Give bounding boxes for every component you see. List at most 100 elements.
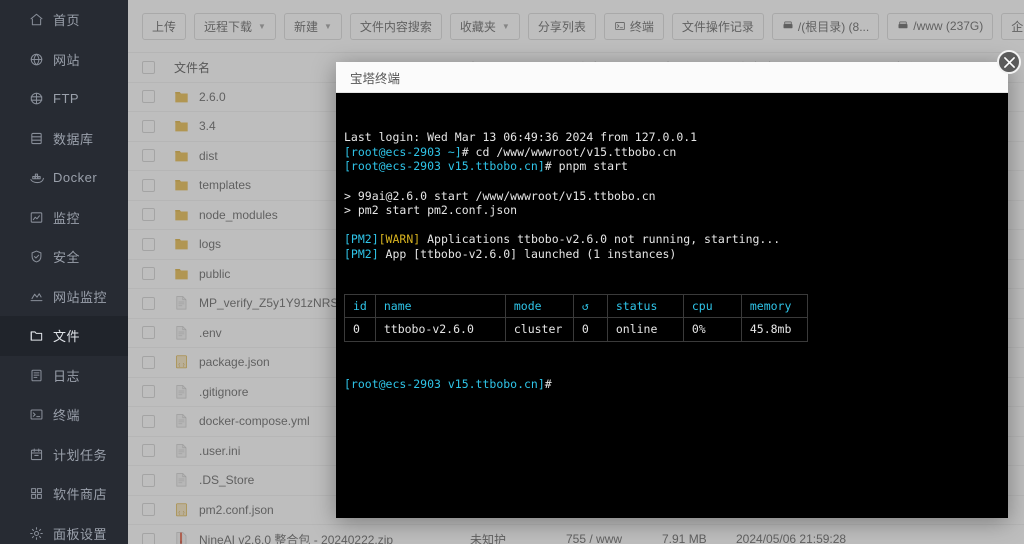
sidebar-item-label: 网站: [53, 52, 81, 68]
sidebar-item-label: FTP: [53, 91, 80, 107]
sidebar-item-3[interactable]: 数据库: [0, 119, 128, 159]
sidebar-item-1[interactable]: 网站: [0, 40, 128, 80]
sidebar-item-13[interactable]: 面板设置: [0, 514, 128, 544]
file-name-label: .gitignore: [199, 384, 249, 399]
toolbar-button-7[interactable]: 文件操作记录: [671, 12, 764, 40]
sidebar-item-10[interactable]: 终端: [0, 395, 128, 435]
toolbar-button-10[interactable]: 企业级防篡改: [1001, 12, 1024, 40]
terminal-output[interactable]: Last login: Wed Mar 13 06:49:36 2024 fro…: [336, 93, 1008, 518]
row-checkbox[interactable]: [142, 532, 155, 544]
row-checkbox[interactable]: [142, 208, 155, 222]
folder-icon: [174, 236, 190, 253]
toolbar-button-label: 远程下载: [204, 19, 253, 34]
disk-icon: [897, 20, 909, 32]
database-icon: [28, 130, 44, 146]
pm2-column-header: name: [374, 293, 506, 319]
sidebar-item-0[interactable]: 首页: [0, 0, 128, 40]
chevron-down-icon: ▼: [501, 21, 510, 31]
sidebar-item-label: 文件: [53, 329, 81, 345]
toolbar-button-6[interactable]: 终端: [603, 12, 664, 40]
folder-icon: [174, 118, 190, 135]
sidebar-item-7[interactable]: 网站监控: [0, 277, 128, 317]
sidebar-item-label: 监控: [53, 210, 81, 226]
terminal-segment: [root@ecs-2903 v15.ttbobo.cn]: [344, 159, 545, 174]
table-row[interactable]: NineAI v2.6.0 整合包 - 20240222.zip 未知护 755 /…: [128, 525, 1024, 544]
toolbar-button-8[interactable]: /(根目录) (8...: [771, 12, 880, 40]
file-name-label: pm2.conf.json: [199, 502, 274, 517]
terminal-segment: #: [544, 377, 552, 392]
row-checkbox[interactable]: [142, 90, 155, 104]
monitor-icon: [28, 209, 44, 225]
row-checkbox[interactable]: [142, 178, 155, 192]
toolbar-button-9[interactable]: /www (237G): [887, 12, 994, 40]
row-checkbox[interactable]: [142, 503, 155, 517]
terminal-segment: [PM2]: [344, 232, 379, 247]
sidebar-item-12[interactable]: 软件商店: [0, 474, 128, 514]
file-name-label: .user.ini: [199, 443, 241, 458]
pm2-cell: 0: [572, 317, 608, 342]
file-modified-cell: 2024/05/06 21:59:28: [736, 532, 847, 544]
terminal-segment: [PM2]: [344, 246, 379, 261]
terminal-segment: [root@ecs-2903 ~]: [344, 144, 462, 159]
toolbar-button-4[interactable]: 收藏夹 ▼: [449, 12, 520, 40]
svg-text:{ }: { }: [178, 363, 185, 368]
file-owner-cell: 755 / www: [566, 532, 623, 544]
docker-icon: [28, 170, 44, 186]
file-icon: [174, 472, 190, 489]
terminal-line: [PM2] App [ttbobo-v2.6.0] launched (1 in…: [344, 247, 1008, 262]
row-checkbox[interactable]: [142, 473, 155, 487]
folder-icon: [174, 265, 190, 282]
row-checkbox[interactable]: [142, 296, 155, 310]
toolbar-button-label: /www (237G): [913, 19, 984, 33]
file-name-label: public: [199, 266, 231, 281]
file-icon: [174, 324, 190, 341]
toolbar-button-3[interactable]: 文件内容搜索: [349, 12, 442, 40]
terminal-line: [PM2][WARN] Applications ttbobo-v2.6.0 n…: [344, 232, 1008, 247]
toolbar-button-1[interactable]: 远程下载 ▼: [194, 12, 276, 40]
row-checkbox[interactable]: [142, 355, 155, 369]
sidebar-item-6[interactable]: 安全: [0, 237, 128, 277]
sidebar-item-2[interactable]: FTP: [0, 79, 128, 119]
row-checkbox[interactable]: [142, 119, 155, 133]
folder-icon: [174, 177, 190, 194]
row-checkbox[interactable]: [142, 385, 155, 399]
sidebar-item-5[interactable]: 监控: [0, 198, 128, 238]
row-checkbox[interactable]: [142, 414, 155, 428]
toolbar-button-5[interactable]: 分享列表: [527, 12, 596, 40]
toolbar-button-label: 文件操作记录: [681, 19, 754, 34]
file-name-label: 3.4: [199, 119, 216, 134]
terminal-segment: > 99ai@2.6.0 start /www/wwwroot/v15.ttbo…: [344, 188, 656, 203]
file-permission-cell: 未知护: [470, 532, 507, 544]
row-checkbox[interactable]: [142, 326, 155, 340]
pm2-cell: online: [606, 317, 684, 342]
modal-title: 宝塔终端: [350, 71, 401, 86]
toolbar-button-label: 分享列表: [537, 19, 586, 34]
close-icon[interactable]: [997, 50, 1021, 74]
file-name-label: 2.6.0: [199, 89, 226, 104]
file-name-label: .env: [199, 325, 222, 340]
sidebar-item-11[interactable]: 计划任务: [0, 435, 128, 475]
toolbar-button-0[interactable]: 上传: [142, 12, 187, 40]
terminal-segment: # cd /www/wwwroot/v15.ttbobo.cn: [461, 144, 677, 159]
sidebar-item-9[interactable]: 日志: [0, 356, 128, 396]
sidebar-item-4[interactable]: Docker: [0, 158, 128, 198]
shield-icon: [28, 249, 44, 265]
row-checkbox[interactable]: [142, 267, 155, 281]
terminal-line: > 99ai@2.6.0 start /www/wwwroot/v15.ttbo…: [344, 189, 1008, 204]
gear-icon: [28, 525, 44, 541]
select-all-checkbox[interactable]: [142, 60, 155, 74]
row-checkbox[interactable]: [142, 149, 155, 163]
file-size-cell: 7.91 MB: [662, 532, 707, 544]
sidebar-item-8[interactable]: 文件: [0, 316, 128, 356]
json-icon: { }: [174, 354, 190, 371]
toolbar-button-2[interactable]: 新建 ▼: [283, 12, 342, 40]
row-checkbox[interactable]: [142, 444, 155, 458]
file-icon: [174, 413, 190, 430]
folder-icon: [174, 147, 190, 164]
file-icon: [174, 383, 190, 400]
row-checkbox[interactable]: [142, 237, 155, 251]
toolbar-button-label: 终端: [629, 19, 654, 34]
chart-line-icon: [28, 288, 44, 304]
sidebar-item-label: 终端: [53, 408, 81, 424]
